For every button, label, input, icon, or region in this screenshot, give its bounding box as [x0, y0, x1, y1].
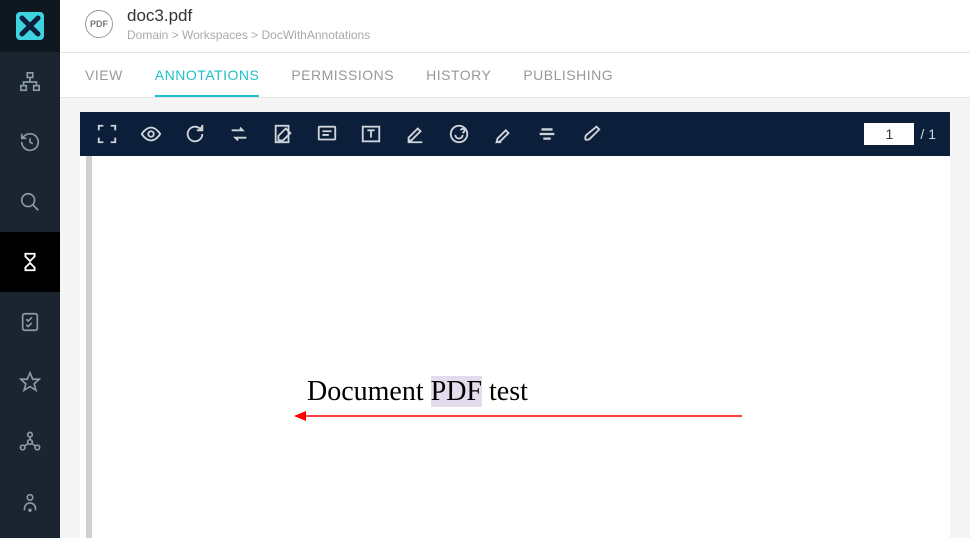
highlighter-icon[interactable]: [490, 121, 516, 147]
pdf-viewer: / 1 Document PDF test: [80, 112, 950, 538]
sidebar: [0, 0, 60, 538]
header: PDF doc3.pdf Domain > Workspaces > DocWi…: [60, 0, 970, 53]
highlighted-text: PDF: [431, 376, 482, 407]
sidebar-item-hierarchy[interactable]: [0, 52, 60, 112]
sidebar-item-checklist[interactable]: [0, 292, 60, 352]
document-title: doc3.pdf: [127, 6, 370, 26]
app-logo[interactable]: [0, 0, 60, 52]
sidebar-item-history[interactable]: [0, 112, 60, 172]
tabs: VIEW ANNOTATIONS PERMISSIONS HISTORY PUB…: [60, 53, 970, 98]
tab-annotations[interactable]: ANNOTATIONS: [155, 53, 260, 97]
text-box-icon[interactable]: [358, 121, 384, 147]
sidebar-item-search[interactable]: [0, 172, 60, 232]
tab-permissions[interactable]: PERMISSIONS: [291, 53, 394, 97]
edit-note-icon[interactable]: [270, 121, 296, 147]
viewer-toolbar: / 1: [80, 112, 950, 156]
sidebar-item-hourglass[interactable]: [0, 232, 60, 292]
strikethrough-icon[interactable]: [534, 121, 560, 147]
arrow-annotation[interactable]: [292, 406, 752, 426]
page-indicator: / 1: [864, 123, 936, 145]
pen-underline-icon[interactable]: [402, 121, 428, 147]
brush-icon[interactable]: [578, 121, 604, 147]
sidebar-item-share[interactable]: [0, 412, 60, 472]
fullscreen-icon[interactable]: [94, 121, 120, 147]
rotate-icon[interactable]: [182, 121, 208, 147]
sidebar-item-user[interactable]: [0, 472, 60, 532]
swap-icon[interactable]: [226, 121, 252, 147]
tab-history[interactable]: HISTORY: [426, 53, 491, 97]
comment-icon[interactable]: [314, 121, 340, 147]
document-text: Document PDF test: [307, 376, 528, 408]
page-input[interactable]: [864, 123, 914, 145]
tab-publishing[interactable]: PUBLISHING: [523, 53, 613, 97]
page-total: / 1: [920, 126, 936, 142]
tab-view[interactable]: VIEW: [85, 53, 123, 97]
main-content: PDF doc3.pdf Domain > Workspaces > DocWi…: [60, 0, 970, 538]
sidebar-item-star[interactable]: [0, 352, 60, 412]
stamp-icon[interactable]: [446, 121, 472, 147]
breadcrumb[interactable]: Domain > Workspaces > DocWithAnnotations: [127, 28, 370, 42]
document-canvas[interactable]: Document PDF test: [86, 156, 950, 538]
eye-icon[interactable]: [138, 121, 164, 147]
pdf-icon: PDF: [85, 10, 113, 38]
